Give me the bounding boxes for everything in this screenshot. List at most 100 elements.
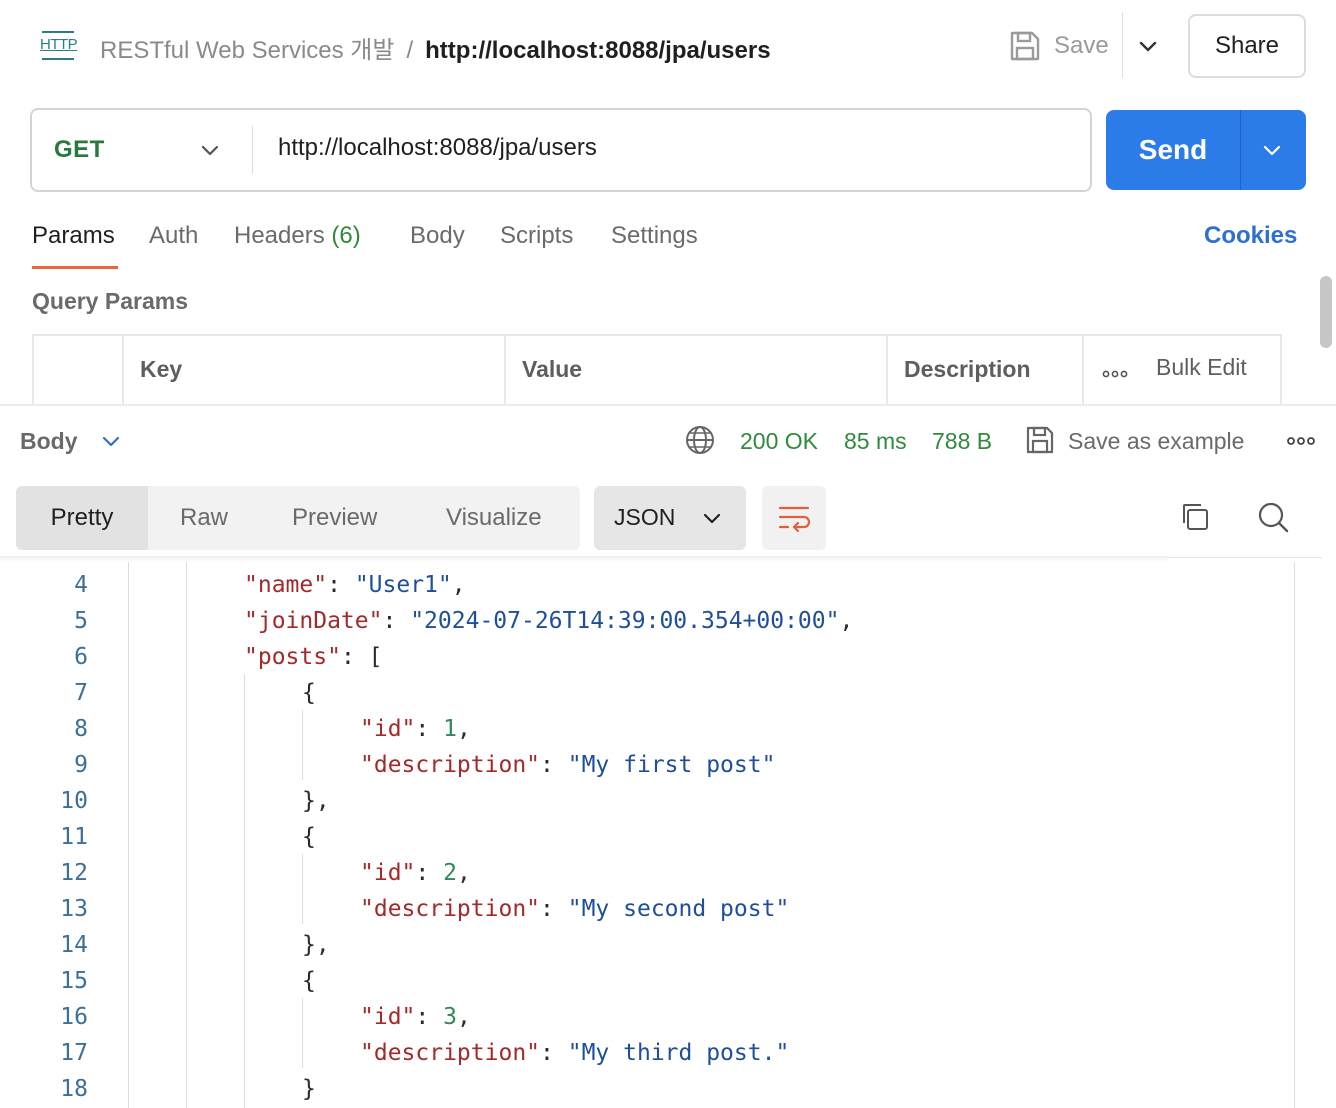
tab-body[interactable]: Body (410, 222, 465, 250)
line-number: 13 (60, 896, 88, 922)
tab-pretty[interactable]: Pretty (16, 486, 148, 550)
code-line: 8 "id": 1, (0, 711, 1290, 747)
column-header: Key (140, 356, 183, 382)
http-method-select[interactable]: GET (54, 136, 105, 164)
code-line: 5 "joinDate": "2024-07-26T14:39:00.354+00… (0, 603, 1290, 639)
code-text: "description": "My first post" (360, 752, 776, 778)
save-options-chevron-down-icon[interactable] (1132, 30, 1164, 62)
breadcrumb-request-name[interactable]: http://localhost:8088/jpa/users (425, 37, 770, 64)
send-options-chevron-down-icon[interactable] (1258, 136, 1286, 164)
code-line: 11 { (0, 819, 1290, 855)
code-text: { (302, 680, 316, 706)
line-number: 18 (60, 1076, 88, 1102)
tab-headers-label: Headers (234, 222, 325, 249)
code-text: "description": "My third post." (360, 1040, 790, 1066)
format-select[interactable]: JSON (594, 486, 746, 550)
cookies-link[interactable]: Cookies (1204, 222, 1297, 250)
response-size[interactable]: 788 B (932, 428, 992, 455)
tab-headers[interactable]: Headers (6) (234, 222, 361, 250)
code-line: 7{ (0, 675, 1290, 711)
tab-visualize[interactable]: Visualize (446, 486, 542, 550)
code-line: 14}, (0, 927, 1290, 963)
line-number: 16 (60, 1004, 88, 1030)
bulk-edit-button[interactable]: Bulk Edit (1156, 354, 1247, 381)
search-icon[interactable] (1256, 500, 1290, 534)
breadcrumb-collection[interactable]: RESTful Web Services 개발 (100, 37, 394, 64)
editor-border (1294, 562, 1295, 1108)
code-line: 15 { (0, 963, 1290, 999)
code-text: { (302, 824, 316, 850)
line-number: 8 (74, 716, 88, 742)
save-label: Save (1054, 32, 1109, 59)
code-text: "id": 2, (360, 860, 471, 886)
response-body-label[interactable]: Body (20, 428, 78, 455)
copy-icon[interactable] (1178, 500, 1212, 534)
send-label[interactable]: Send (1106, 110, 1240, 190)
tab-settings[interactable]: Settings (611, 222, 698, 250)
divider (1122, 12, 1123, 78)
response-body-editor[interactable]: 4 "name": "User1", 5 "joinDate": "2024-07-2… (0, 562, 1336, 1108)
divider (1240, 110, 1241, 190)
line-number: 11 (60, 824, 88, 850)
line-number: 9 (74, 752, 88, 778)
column-description: Description (886, 336, 1082, 408)
tab-params[interactable]: Params (32, 222, 115, 250)
more-dots-icon[interactable] (1286, 434, 1316, 446)
breadcrumb-separator: / (406, 37, 414, 64)
code-text: "joinDate": "2024-07-26T14:39:00.354+00:… (244, 608, 854, 634)
line-number: 7 (74, 680, 88, 706)
chevron-down-icon[interactable] (196, 136, 224, 164)
line-number: 6 (74, 644, 88, 670)
send-button[interactable]: Send (1106, 110, 1306, 190)
url-input[interactable]: http://localhost:8088/jpa/users (278, 134, 597, 162)
column-value: Value (504, 336, 884, 408)
code-text: "id": 1, (360, 716, 471, 742)
code-line: 4 "name": "User1", (0, 567, 1290, 603)
save-as-example-button[interactable]: Save as example (1068, 428, 1244, 455)
response-time[interactable]: 85 ms (844, 428, 907, 455)
globe-icon[interactable] (684, 424, 716, 456)
column-header: Value (522, 356, 583, 382)
code-line: 10}, (0, 783, 1290, 819)
more-dots-icon[interactable] (1102, 366, 1128, 378)
tab-auth[interactable]: Auth (149, 222, 198, 250)
tab-scripts[interactable]: Scripts (500, 222, 573, 250)
chevron-down-icon[interactable] (98, 428, 124, 454)
line-number: 5 (74, 608, 88, 634)
tab-raw[interactable]: Raw (180, 486, 228, 550)
response-view-tabs: Pretty Raw Preview Visualize (16, 486, 580, 550)
divider (252, 126, 253, 174)
line-number: 12 (60, 860, 88, 886)
active-tab-indicator (32, 266, 118, 269)
code-text: }, (302, 932, 330, 958)
code-line: 6 "posts": [ (0, 639, 1290, 675)
code-text: "id": 3, (360, 1004, 471, 1030)
column-key: Key (122, 336, 502, 408)
breadcrumb: RESTful Web Services 개발 / http://localhost… (100, 30, 771, 65)
code-text: "posts": [ (244, 644, 383, 670)
status-badge[interactable]: 200 OK (740, 428, 818, 455)
request-header: HTTP RESTful Web Services 개발 / http://loca… (0, 0, 1336, 92)
url-bar: GET http://localhost:8088/jpa/users (30, 108, 1092, 192)
word-wrap-icon (776, 502, 812, 534)
code-text: "name": "User1", (244, 572, 466, 598)
response-bar: Body 200 OK 85 ms 788 B Save as example (0, 404, 1336, 474)
floppy-disk-icon (1008, 29, 1042, 63)
line-number: 4 (74, 572, 88, 598)
column-header: Description (904, 356, 1031, 382)
line-number: 17 (60, 1040, 88, 1066)
code-line: 12 "id": 2, (0, 855, 1290, 891)
code-line: 17 "description": "My third post." (0, 1035, 1290, 1071)
query-params-title: Query Params (32, 288, 188, 314)
code-line: 16 "id": 3, (0, 999, 1290, 1035)
line-number: 15 (60, 968, 88, 994)
share-button[interactable]: Share (1188, 14, 1306, 78)
save-button[interactable]: Save (1008, 26, 1109, 66)
query-params-table: Key Value Description (32, 334, 1282, 408)
format-label: JSON (614, 504, 676, 530)
word-wrap-button[interactable] (762, 486, 826, 550)
code-line: 13 "description": "My second post" (0, 891, 1290, 927)
code-text: }, (302, 788, 330, 814)
scrollbar[interactable] (1320, 276, 1332, 348)
tab-preview[interactable]: Preview (292, 486, 377, 550)
